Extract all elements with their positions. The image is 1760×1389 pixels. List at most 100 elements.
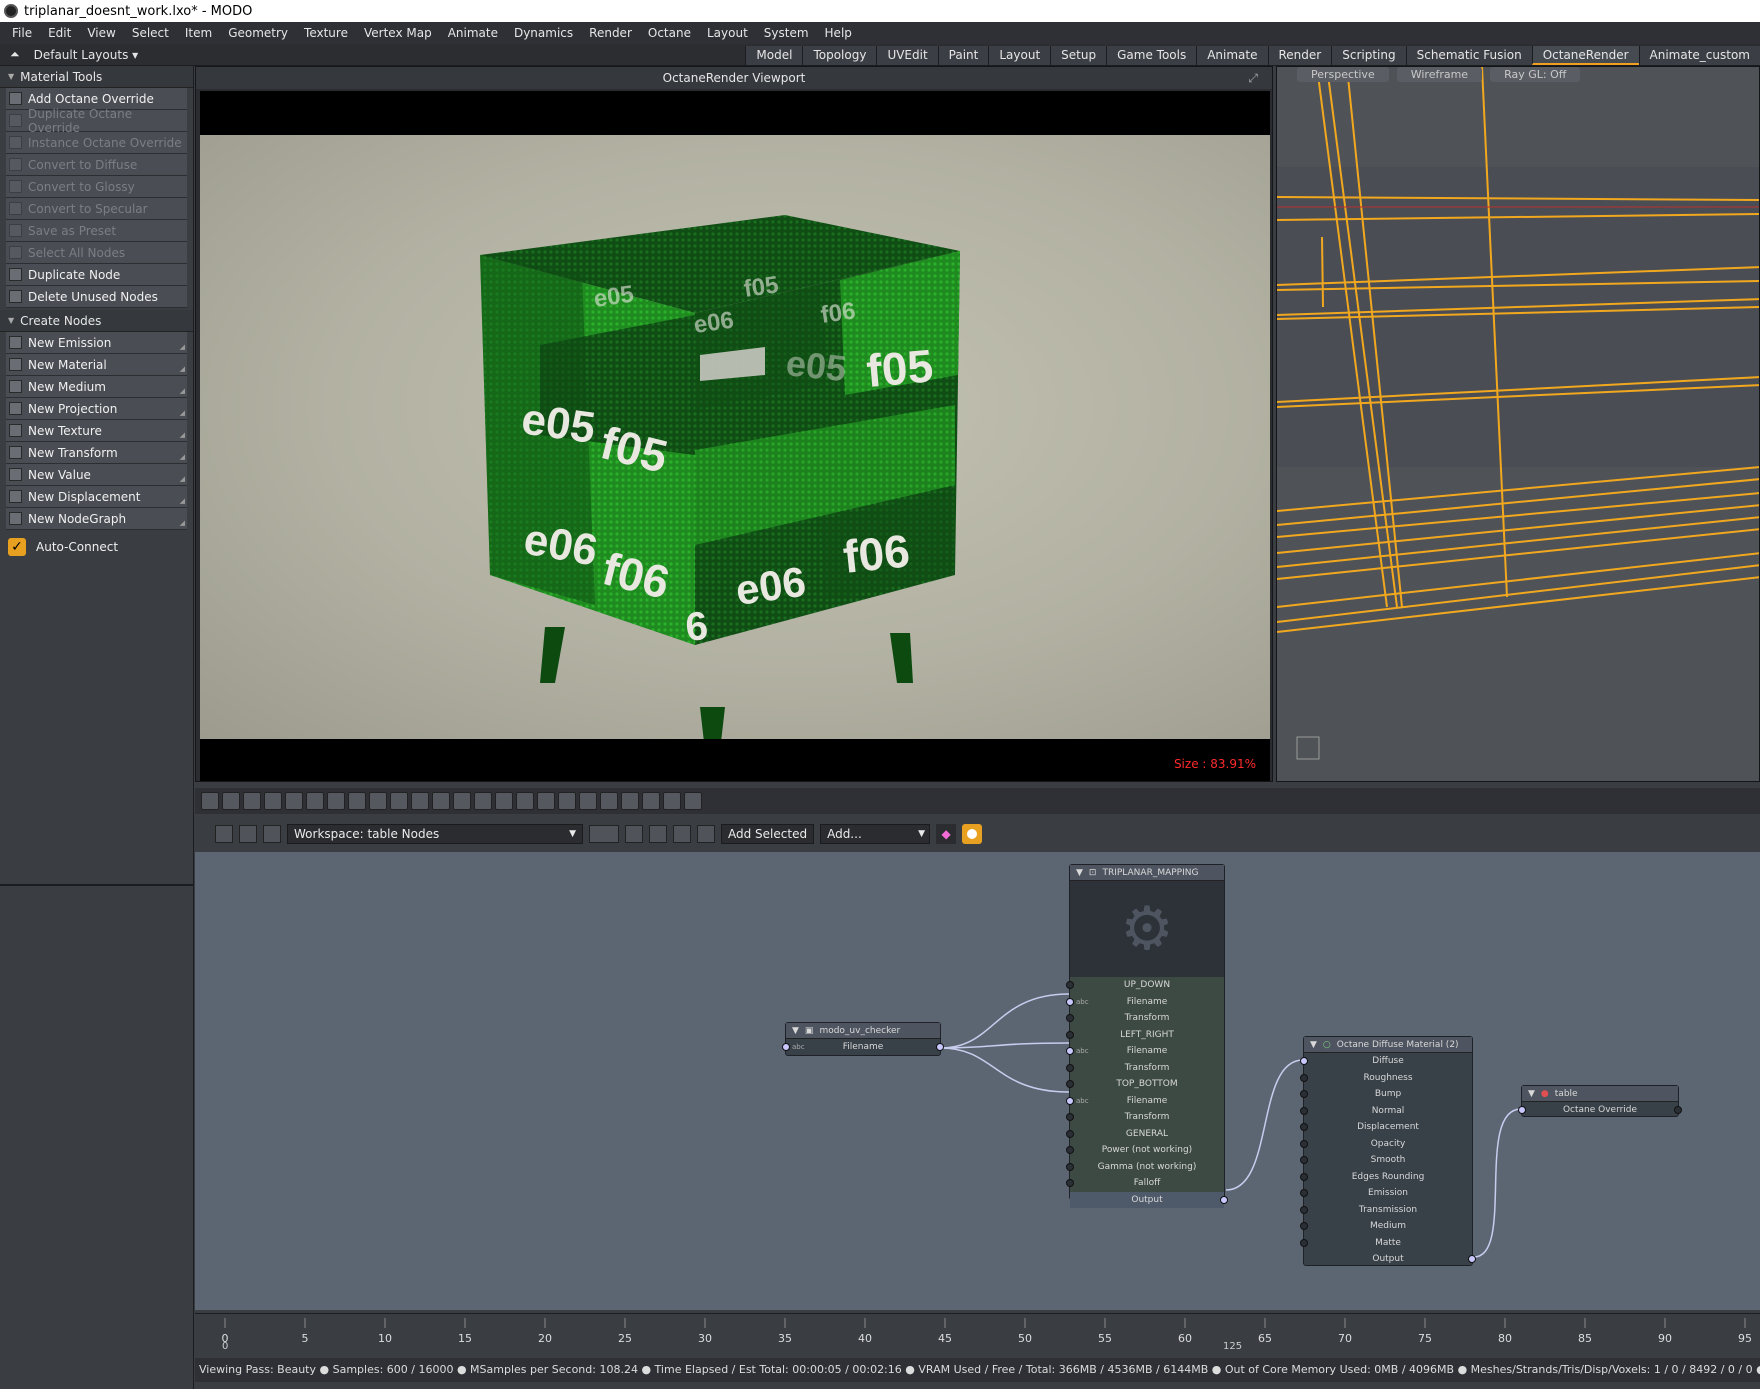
render-tool-icon[interactable] [600,792,618,810]
perspective-button[interactable]: Perspective [1297,67,1389,82]
render-tool-icon[interactable] [516,792,534,810]
render-tool-icon[interactable] [285,792,303,810]
wireframe-viewport[interactable]: Perspective Wireframe Ray GL: Off [1276,66,1760,782]
auto-connect-toggle[interactable]: ✓ Auto-Connect [6,534,187,560]
input-port[interactable] [1300,1238,1308,1247]
render-tool-icon[interactable] [243,792,261,810]
output-port[interactable] [1468,1255,1476,1263]
menu-vertex-map[interactable]: Vertex Map [356,26,440,40]
input-port[interactable] [1300,1172,1308,1181]
create-nodes-header[interactable]: ▼ Create Nodes [0,310,193,332]
render-tool-icon[interactable] [306,792,324,810]
menu-file[interactable]: File [4,26,40,40]
input-port[interactable] [1066,1162,1074,1171]
tab-paint[interactable]: Paint [937,46,989,65]
duplicate-octane-override-button[interactable]: Duplicate Octane Override [6,107,187,135]
tab-setup[interactable]: Setup [1050,46,1107,65]
tab-render[interactable]: Render [1267,46,1332,65]
menu-geometry[interactable]: Geometry [220,26,296,40]
render-view[interactable]: e05 f05 e06 f06 e05 f05 e06 f06 e05 f05 … [200,91,1270,781]
convert-to-glossy-button[interactable]: Convert to Glossy [6,176,187,198]
input-port[interactable] [1066,1129,1074,1138]
input-port[interactable] [1066,1113,1074,1121]
menu-animate[interactable]: Animate [440,26,506,40]
node-triplanar-mapping[interactable]: ▼ ⊡ TRIPLANAR_MAPPING ⚙ UP_DOWN abc Filename… [1066,864,1228,1208]
input-port[interactable] [1066,1014,1074,1022]
delete-unused-nodes-button[interactable]: Delete Unused Nodes [6,286,187,308]
input-port[interactable] [1300,1205,1308,1214]
render-tool-icon[interactable] [264,792,282,810]
render-tool-icon[interactable] [432,792,450,810]
render-tool-icon[interactable] [663,792,681,810]
collapse-icon[interactable]: ▼ [1528,1089,1535,1099]
menu-render[interactable]: Render [581,26,640,40]
tab-uvedit[interactable]: UVEdit [876,46,938,65]
input-port[interactable] [1300,1090,1308,1098]
render-tool-icon[interactable] [684,792,702,810]
menu-system[interactable]: System [756,26,817,40]
tab-layout[interactable]: Layout [988,46,1051,65]
new-value-button[interactable]: New Value ◢ [6,464,187,486]
circle-toggle-icon[interactable] [962,824,983,844]
convert-to-diffuse-button[interactable]: Convert to Diffuse [6,154,187,176]
wireframe-button[interactable]: Wireframe [1396,67,1483,82]
ray-gl-off-button[interactable]: Ray GL: Off [1490,67,1581,82]
render-tool-icon[interactable] [579,792,597,810]
menu-item[interactable]: Item [177,26,220,40]
new-material-button[interactable]: New Material ◢ [6,354,187,376]
input-port[interactable] [1066,1146,1074,1154]
menu-edit[interactable]: Edit [40,26,79,40]
menu-layout[interactable]: Layout [699,26,756,40]
render-tool-icon[interactable] [474,792,492,810]
input-port[interactable] [1066,997,1074,1006]
render-tool-icon[interactable] [558,792,576,810]
tab-model[interactable]: Model [745,46,803,65]
render-tool-icon[interactable] [348,792,366,810]
input-port[interactable] [1066,1179,1074,1187]
render-tool-icon[interactable] [411,792,429,810]
render-tool-icon[interactable] [369,792,387,810]
input-port[interactable] [1300,1106,1308,1115]
menu-octane[interactable]: Octane [640,26,699,40]
render-tool-icon[interactable] [537,792,555,810]
layout-up-icon[interactable]: ⏶ [10,47,20,62]
render-tool-icon[interactable] [453,792,471,810]
input-port[interactable] [1300,1123,1308,1131]
menu-dynamics[interactable]: Dynamics [506,26,581,40]
new-emission-button[interactable]: New Emission ◢ [6,332,187,354]
render-tool-icon[interactable] [495,792,513,810]
input-port[interactable] [1066,1080,1074,1088]
input-port[interactable] [1066,1063,1074,1072]
output-port[interactable] [936,1043,944,1051]
tab-scripting[interactable]: Scripting [1331,46,1406,65]
input-port[interactable] [1300,1222,1308,1230]
convert-to-specular-button[interactable]: Convert to Specular [6,198,187,220]
expand-icon[interactable]: ⤢ [1248,67,1258,89]
render-tool-icon[interactable] [642,792,660,810]
node-octane-diffuse-material[interactable]: ▼ ○ Octane Diffuse Material (2) Diffuse Rou… [1300,1036,1476,1266]
node-refresh-icon[interactable] [263,825,281,843]
tab-game-tools[interactable]: Game Tools [1106,46,1197,65]
collapse-icon[interactable]: ▼ [792,1026,799,1036]
node-graph[interactable]: ▼ ▣ modo_uv_checker abc Filename ▼ ⊡ TRIPLANA… [195,852,1760,1310]
render-tool-icon[interactable] [222,792,240,810]
input-port[interactable] [1300,1073,1308,1082]
new-transform-button[interactable]: New Transform ◢ [6,442,187,464]
grid-layout-icon[interactable] [589,825,619,843]
node-table[interactable]: ▼ ● table Octane Override [1518,1085,1682,1117]
input-port[interactable] [1066,1096,1074,1105]
fit-icon[interactable] [625,825,643,843]
collapse-icon[interactable]: ▼ [1310,1040,1317,1050]
diamond-icon[interactable]: ◆ [936,824,957,844]
tab-schematic-fusion[interactable]: Schematic Fusion [1405,46,1532,65]
node-modo-uv-checker[interactable]: ▼ ▣ modo_uv_checker abc Filename [782,1022,944,1056]
menu-help[interactable]: Help [817,26,860,40]
material-tools-header[interactable]: ▼ Material Tools [0,66,193,88]
input-port[interactable] [1300,1057,1308,1065]
new-texture-button[interactable]: New Texture ◢ [6,420,187,442]
input-port[interactable] [1518,1106,1526,1114]
new-displacement-button[interactable]: New Displacement ◢ [6,486,187,508]
arrow-up-icon[interactable] [673,825,691,843]
tab-animate-custom[interactable]: Animate_custom [1638,46,1760,65]
tab-topology[interactable]: Topology [802,46,877,65]
